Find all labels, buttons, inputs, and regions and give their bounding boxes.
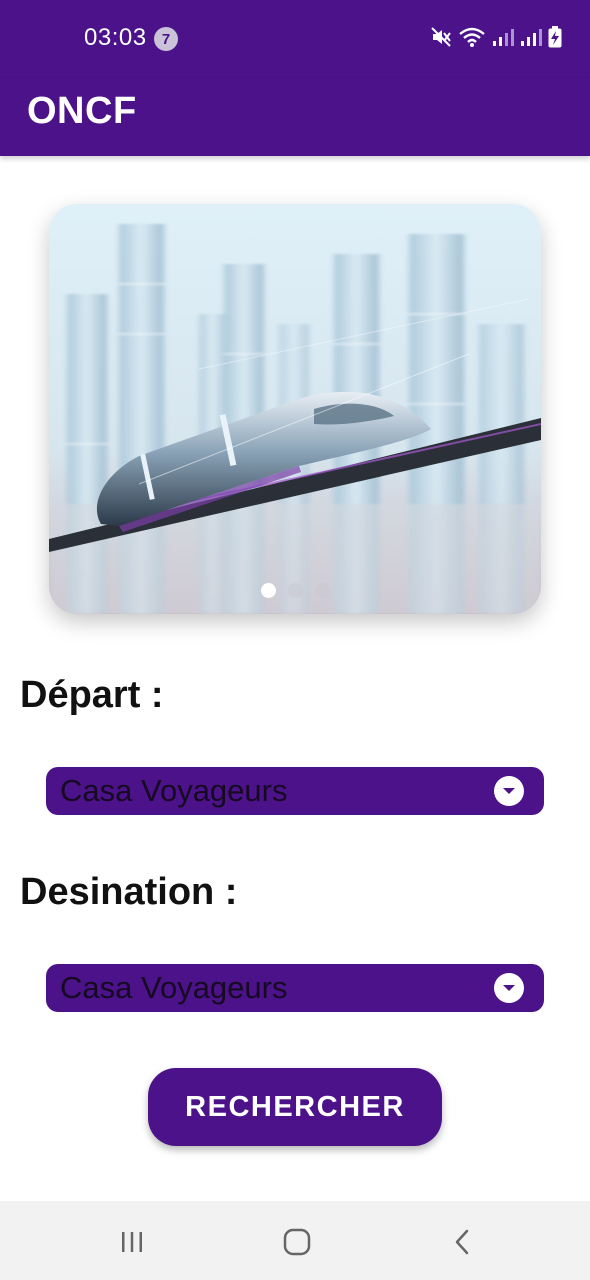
- destination-label: Desination :: [20, 871, 238, 913]
- system-nav-bar: [0, 1201, 590, 1280]
- app-bar: ONCF: [0, 78, 590, 156]
- hyperloop-train-city-image: [49, 204, 541, 614]
- wifi-icon: [458, 26, 486, 48]
- signal-icon: [520, 27, 542, 47]
- carousel-indicator: [49, 583, 541, 598]
- carousel-dot[interactable]: [287, 583, 303, 598]
- carousel-dot[interactable]: [314, 583, 330, 598]
- signal-icon: [492, 27, 514, 47]
- depart-label: Départ :: [20, 674, 164, 716]
- chevron-down-icon: [494, 973, 524, 1003]
- chevron-down-icon: [494, 776, 524, 806]
- home-icon[interactable]: [277, 1225, 317, 1259]
- image-carousel[interactable]: [49, 204, 541, 614]
- search-button[interactable]: RECHERCHER: [148, 1068, 442, 1146]
- status-time: 03:03: [84, 24, 147, 51]
- status-icons: [430, 26, 562, 48]
- back-icon[interactable]: [442, 1225, 482, 1259]
- destination-select[interactable]: Casa Voyageurs: [46, 964, 544, 1012]
- carousel-dot-active[interactable]: [260, 583, 276, 598]
- status-bar: 03:03 7: [0, 0, 590, 78]
- notification-badge: 7: [154, 27, 178, 51]
- destination-select-value: Casa Voyageurs: [60, 970, 288, 1005]
- recents-icon[interactable]: [112, 1225, 152, 1259]
- depart-select-value: Casa Voyageurs: [60, 773, 288, 808]
- battery-charging-icon: [548, 26, 562, 48]
- mute-icon: [430, 26, 452, 48]
- depart-select[interactable]: Casa Voyageurs: [46, 767, 544, 815]
- app-title: ONCF: [27, 90, 137, 132]
